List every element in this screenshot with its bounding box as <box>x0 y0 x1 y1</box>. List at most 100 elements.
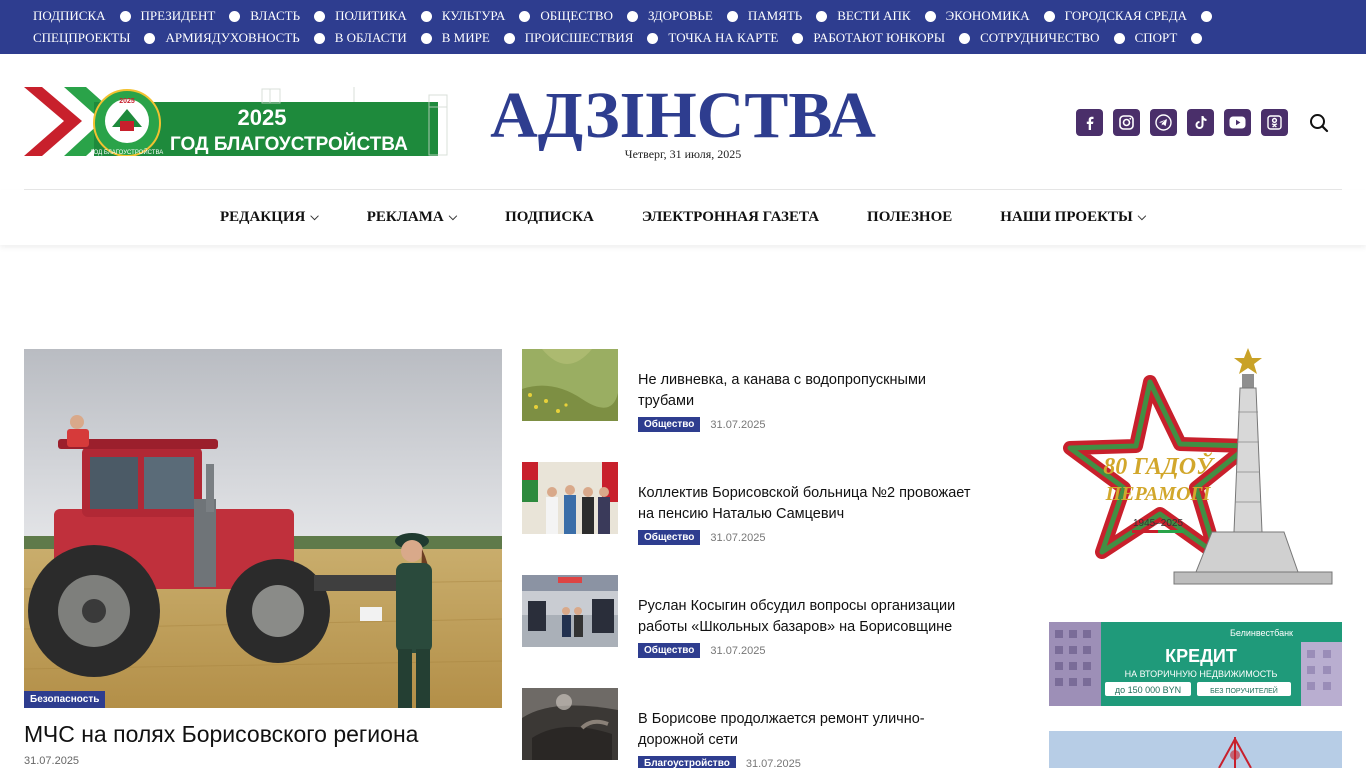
separator-dot <box>229 10 241 22</box>
news-item: Не ливневка, а канава с водопропускными … <box>522 349 982 432</box>
hero-category-tag[interactable]: Безопасность <box>24 691 106 708</box>
instagram-icon[interactable] <box>1113 109 1140 136</box>
separator-dot <box>244 54 256 66</box>
rubric-link[interactable]: ОБЪЯВЛЕНИЯ <box>265 49 351 71</box>
rubric-link[interactable]: КУЛЬТУРА <box>442 5 541 27</box>
odnoklassniki-icon[interactable] <box>1261 109 1288 136</box>
rubric-label: ПАМЯТЬ <box>747 8 803 23</box>
rubric-label: ПРЕЗИДЕНТ <box>140 8 216 23</box>
main-nav: РЕДАКЦИЯ ⌵ РЕКЛАМА ⌵ ПОДПИСКА ЭЛЕКТРОННАЯ ГАЗ… <box>0 190 1366 245</box>
news-category-tag[interactable]: Общество <box>638 530 701 545</box>
nav-item-label: НАШИ ПРОЕКТЫ <box>1000 209 1133 225</box>
rubric-link[interactable]: ВЕСТИ АПК <box>837 5 945 27</box>
nav-item[interactable]: НАШИ ПРОЕКТЫ ⌵ <box>976 190 1170 245</box>
news-thumbnail[interactable] <box>522 575 618 647</box>
rubric-link[interactable]: АРМИЯ <box>165 27 211 49</box>
rubric-label: ТОЧКА НА КАРТЕ <box>668 30 779 45</box>
rubric-link[interactable]: В ОБЛАСТИ <box>335 27 442 49</box>
news-meta: Общество 31.07.2025 <box>638 530 765 545</box>
rubric-label: ДУХОВНОСТЬ <box>211 30 300 45</box>
rubric-label: ВЛАСТЬ <box>250 8 301 23</box>
nav-item-label: ЭЛЕКТРОННАЯ ГАЗЕТА <box>641 209 820 225</box>
rubric-link[interactable]: ПРОИСШЕСТВИЯ <box>525 27 669 49</box>
separator-dot <box>726 10 738 22</box>
tiktok-icon[interactable] <box>1187 109 1214 136</box>
rubric-link[interactable]: СПОРТ <box>1135 27 1213 49</box>
banner-text: ГОД БЛАГОУСТРОЙСТВА <box>170 133 408 155</box>
telegram-icon[interactable] <box>1150 109 1177 136</box>
rubric-link[interactable]: В МИРЕ <box>442 27 525 49</box>
rubric-label: СОТРУДНИЧЕСТВО <box>980 30 1100 45</box>
hero-article-title[interactable]: МЧС на полях Борисовского региона <box>24 721 502 748</box>
rubric-label: ГОРОДСКАЯ СРЕДА <box>1064 8 1187 23</box>
bank-note: БЕЗ ПОРУЧИТЕЛЕЙ <box>1210 686 1278 695</box>
rubric-label: АРМИЯ <box>165 30 212 45</box>
separator-dot <box>420 32 432 44</box>
rubric-link[interactable]: СОТРУДНИЧЕСТВО <box>980 27 1135 49</box>
news-title[interactable]: Руслан Косыгин обсудил вопросы организац… <box>638 596 978 638</box>
separator-dot <box>816 10 828 22</box>
rubric-label: В МИРЕ <box>441 30 490 45</box>
victory-line1: 80 ГАДОЎ <box>1103 453 1215 480</box>
search-icon[interactable] <box>1308 112 1330 134</box>
news-category-tag[interactable]: Общество <box>638 643 701 658</box>
rubric-link[interactable]: ТОЧКА НА КАРТЕ <box>668 27 813 49</box>
separator-dot <box>119 10 131 22</box>
news-category-tag[interactable]: Общество <box>638 417 701 432</box>
facebook-icon[interactable] <box>1076 109 1103 136</box>
rubric-link[interactable]: ПОЛИТИКА <box>335 5 442 27</box>
nav-item[interactable]: ПОЛЕЗНОЕ <box>843 190 976 245</box>
rubric-link[interactable]: ОБЩЕСТВО <box>540 5 648 27</box>
rubric-label: ВОПРОС-ОТВЕТ <box>33 52 133 67</box>
rubric-link[interactable]: ВЛАСТЬ <box>250 5 335 27</box>
separator-dot <box>314 10 326 22</box>
news-title[interactable]: Коллектив Борисовской больница №2 провож… <box>638 483 978 525</box>
news-thumbnail[interactable] <box>522 462 618 534</box>
nav-item[interactable]: ЭЛЕКТРОННАЯ ГАЗЕТА <box>618 190 843 245</box>
bank-headline: КРЕДИТ <box>1165 646 1237 666</box>
nav-item[interactable]: РЕКЛАМА ⌵ <box>343 190 481 245</box>
rubric-label: ПОДПИСКА <box>33 8 106 23</box>
sidebar-promo-image[interactable] <box>1049 731 1342 768</box>
year-banner[interactable]: 2025 ГОД БЛАГОУСТРОЙСТВА 2025 ГОД БЛАГОУ… <box>24 87 450 156</box>
rubric-link[interactable]: ВОПРОС-ОТВЕТ <box>33 49 167 71</box>
rubric-link[interactable]: РЕКЛАМА <box>167 49 265 71</box>
hero-photo <box>24 349 502 708</box>
nav-item-label: РЕДАКЦИЯ <box>219 209 306 225</box>
chevron-down-icon: ⌵ <box>310 211 319 223</box>
year-banner-graphic: 2025 ГОД БЛАГОУСТРОЙСТВА 2025 ГОД БЛАГОУ… <box>24 87 450 156</box>
hero-article-image[interactable]: Безопасность <box>24 349 502 708</box>
separator-dot <box>144 32 156 44</box>
separator-dot <box>924 10 936 22</box>
news-title[interactable]: В Борисове продолжается ремонт улично-до… <box>638 709 978 751</box>
bank-credit-ad[interactable]: Белинвестбанк КРЕДИТ НА ВТОРИЧНУЮ НЕДВИЖ… <box>1049 622 1342 706</box>
news-thumbnail[interactable] <box>522 349 618 421</box>
site-logo-title[interactable]: АДЗІНСТВА <box>486 82 880 150</box>
news-category-tag[interactable]: Благоустройство <box>638 756 736 768</box>
rubric-link[interactable]: ЭКОНОМИКА <box>946 5 1065 27</box>
rubric-link[interactable]: ПОДПИСКА <box>33 5 141 27</box>
news-thumbnail[interactable] <box>522 688 618 760</box>
nav-item[interactable]: ПОДПИСКА <box>481 190 618 245</box>
banner-year: 2025 <box>238 105 287 130</box>
separator-dot <box>1043 10 1055 22</box>
rubric-link[interactable]: ЗДОРОВЬЕ <box>648 5 748 27</box>
banner-emblem-year: 2025 <box>119 98 135 105</box>
victory-80-banner[interactable]: 80 ГАДОЎ ПЕРАМОГІ 1945–2025 <box>1062 342 1338 588</box>
nav-item[interactable]: РЕДАКЦИЯ ⌵ <box>196 190 343 245</box>
social-links <box>1076 109 1288 136</box>
rubric-link[interactable]: РАБОТАЮТ ЮНКОРЫ <box>813 27 980 49</box>
rubric-link[interactable]: ДУХОВНОСТЬ <box>212 27 335 49</box>
youtube-icon[interactable] <box>1224 109 1251 136</box>
news-title[interactable]: Не ливневка, а канава с водопропускными … <box>638 370 978 412</box>
rubric-link[interactable]: СПЕЦПРОЕКТЫ <box>33 27 165 49</box>
site-logo[interactable]: АДЗІНСТВА Четверг, 31 июля, 2025 <box>486 82 880 162</box>
rubric-label: ПОЛИТИКА <box>335 8 407 23</box>
rubric-label: РЕКЛАМА <box>167 52 231 67</box>
news-meta: Общество 31.07.2025 <box>638 643 765 658</box>
rubric-link[interactable]: ГОРОДСКАЯ СРЕДА <box>1065 5 1222 27</box>
bank-name: Белинвестбанк <box>1230 628 1293 638</box>
rubric-link[interactable]: ПАМЯТЬ <box>748 5 837 27</box>
rubric-link[interactable]: ПРЕЗИДЕНТ <box>141 5 251 27</box>
news-item: Руслан Косыгин обсудил вопросы организац… <box>522 575 982 658</box>
